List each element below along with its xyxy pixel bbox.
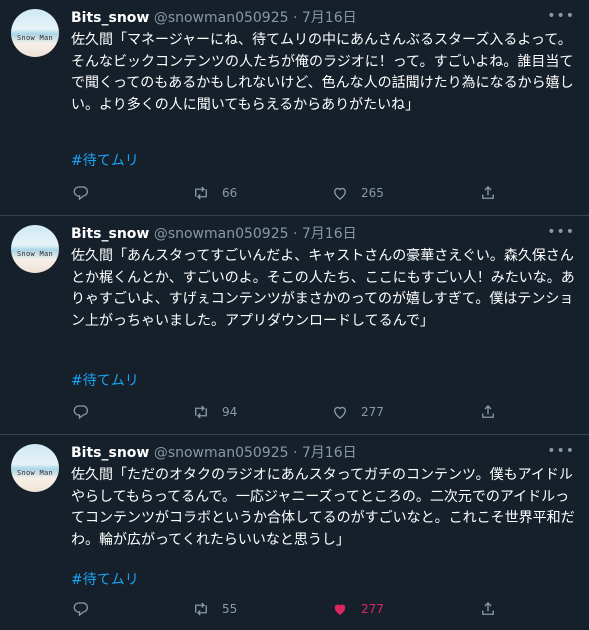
avatar[interactable]: Snow Man [11, 9, 59, 57]
share-icon [482, 186, 494, 199]
heart-icon [334, 406, 346, 419]
reply-button[interactable] [72, 184, 90, 202]
tweet-text: 佐久間「あんスタってすごいんだよ、キャストさんの豪華さえぐい。森久保さんとか梶く… [71, 248, 575, 329]
reply-button[interactable] [72, 403, 90, 421]
handle[interactable]: @snowman050925 [154, 10, 289, 26]
like-count: 277 [361, 602, 384, 616]
retweet-count: 66 [222, 186, 238, 200]
tweet-header: Bits_snow @snowman050925 · 7月16日 [71, 445, 357, 461]
tweet-header: Bits_snow @snowman050925 · 7月16日 [71, 226, 357, 242]
tweet[interactable]: Snow Man Bits_snow @snowman050925 · 7月16… [0, 216, 589, 435]
tweet[interactable]: Snow Man Bits_snow @snowman050925 · 7月16… [0, 0, 589, 216]
heart-icon [334, 187, 346, 200]
more-options-icon[interactable]: ••• [547, 224, 575, 240]
share-button[interactable] [479, 600, 497, 618]
avatar-text: Snow Man [16, 250, 54, 258]
avatar[interactable]: Snow Man [11, 225, 59, 273]
retweet-button[interactable]: 94 [192, 403, 237, 421]
retweet-icon [195, 405, 207, 419]
tweet-actions: 94 277 [0, 403, 589, 423]
avatar-text: Snow Man [16, 469, 54, 477]
more-options-icon[interactable]: ••• [547, 443, 575, 459]
reply-icon [73, 186, 89, 201]
reply-icon [73, 405, 89, 420]
display-name[interactable]: Bits_snow [71, 445, 149, 461]
hashtag-link[interactable]: #待てムリ [71, 150, 139, 170]
tweet[interactable]: Snow Man Bits_snow @snowman050925 · 7月16… [0, 435, 589, 630]
retweet-count: 94 [222, 405, 238, 419]
hashtag-link[interactable]: #待てムリ [71, 370, 139, 390]
tweet-actions: 66 265 [0, 184, 589, 204]
tweet-text: 佐久間「マネージャーにね、待てムリの中にあんさんぶるスターズ入るよって。そんなビ… [71, 32, 574, 113]
share-icon [482, 405, 494, 418]
retweet-icon [195, 186, 207, 200]
timestamp[interactable]: 7月16日 [302, 226, 357, 242]
display-name[interactable]: Bits_snow [71, 226, 149, 242]
handle[interactable]: @snowman050925 [154, 445, 289, 461]
tweet-actions: 55 277 [0, 600, 589, 620]
like-button[interactable]: 277 [331, 600, 384, 618]
retweet-count: 55 [222, 602, 238, 616]
like-button[interactable]: 277 [331, 403, 384, 421]
avatar[interactable]: Snow Man [11, 444, 59, 492]
handle[interactable]: @snowman050925 [154, 226, 289, 242]
tweet-text: 佐久間「ただのオタクのラジオにあんスタってガチのコンテンツ。僕もアイドルやらして… [71, 467, 575, 548]
reply-button[interactable] [72, 600, 90, 618]
avatar-text: Snow Man [16, 34, 54, 42]
share-button[interactable] [479, 184, 497, 202]
retweet-button[interactable]: 66 [192, 184, 237, 202]
retweet-icon [195, 602, 207, 616]
share-button[interactable] [479, 403, 497, 421]
like-count: 265 [361, 186, 384, 200]
reply-icon [73, 602, 89, 617]
hashtag-link[interactable]: #待てムリ [71, 569, 139, 589]
tweet-header: Bits_snow @snowman050925 · 7月16日 [71, 10, 357, 26]
retweet-button[interactable]: 55 [192, 600, 237, 618]
share-icon [482, 602, 494, 615]
display-name[interactable]: Bits_snow [71, 10, 149, 26]
like-count: 277 [361, 405, 384, 419]
more-options-icon[interactable]: ••• [547, 8, 575, 24]
timestamp[interactable]: 7月16日 [302, 445, 357, 461]
timestamp[interactable]: 7月16日 [302, 10, 357, 26]
like-button[interactable]: 265 [331, 184, 384, 202]
heart-filled-icon [334, 604, 346, 615]
